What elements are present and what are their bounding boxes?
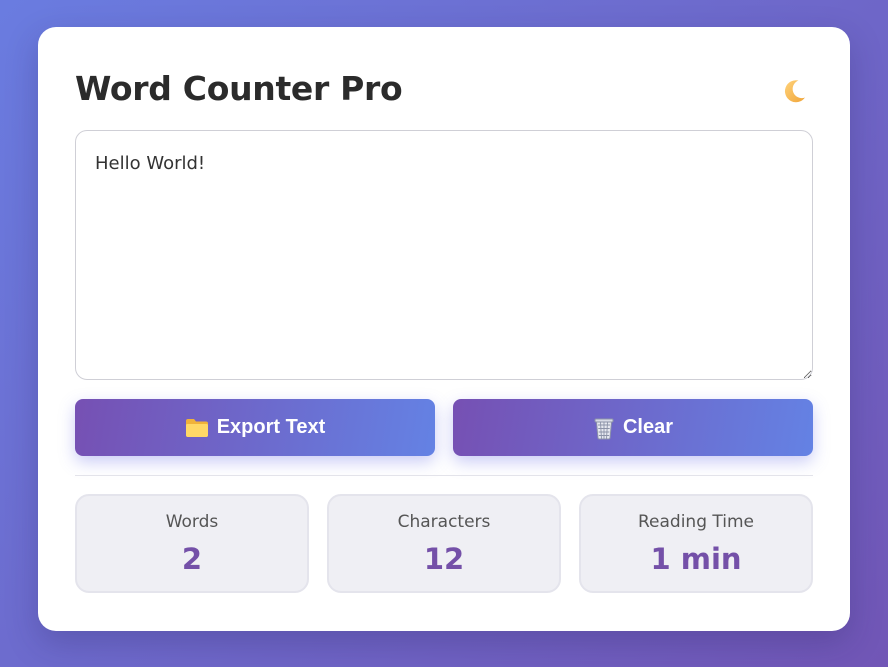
- stat-label: Reading Time: [637, 512, 754, 532]
- stat-label: Characters: [397, 512, 491, 532]
- page-title: Word Counter Pro: [75, 69, 403, 108]
- export-text-label: Export Text: [216, 416, 326, 438]
- export-text-button[interactable]: Export Text: [75, 399, 435, 456]
- word-counter-card: Word Counter Pro Hello World! Export Tex…: [38, 27, 850, 631]
- theme-toggle-button[interactable]: [778, 75, 810, 107]
- clear-label: Clear: [622, 416, 674, 438]
- stat-value: 1 min: [650, 542, 742, 576]
- stat-characters: Characters 12: [327, 494, 561, 593]
- wastebasket-icon: [594, 418, 614, 439]
- stat-value: 2: [181, 542, 203, 576]
- stat-label: Words: [165, 512, 219, 532]
- text-input[interactable]: Hello World!: [75, 130, 813, 380]
- stat-value: 12: [423, 542, 465, 576]
- divider: [75, 475, 813, 476]
- moon-icon: [784, 80, 805, 103]
- stat-words: Words 2: [75, 494, 309, 593]
- folder-icon: [185, 418, 208, 437]
- clear-button[interactable]: Clear: [453, 399, 813, 456]
- stat-reading-time: Reading Time 1 min: [579, 494, 813, 593]
